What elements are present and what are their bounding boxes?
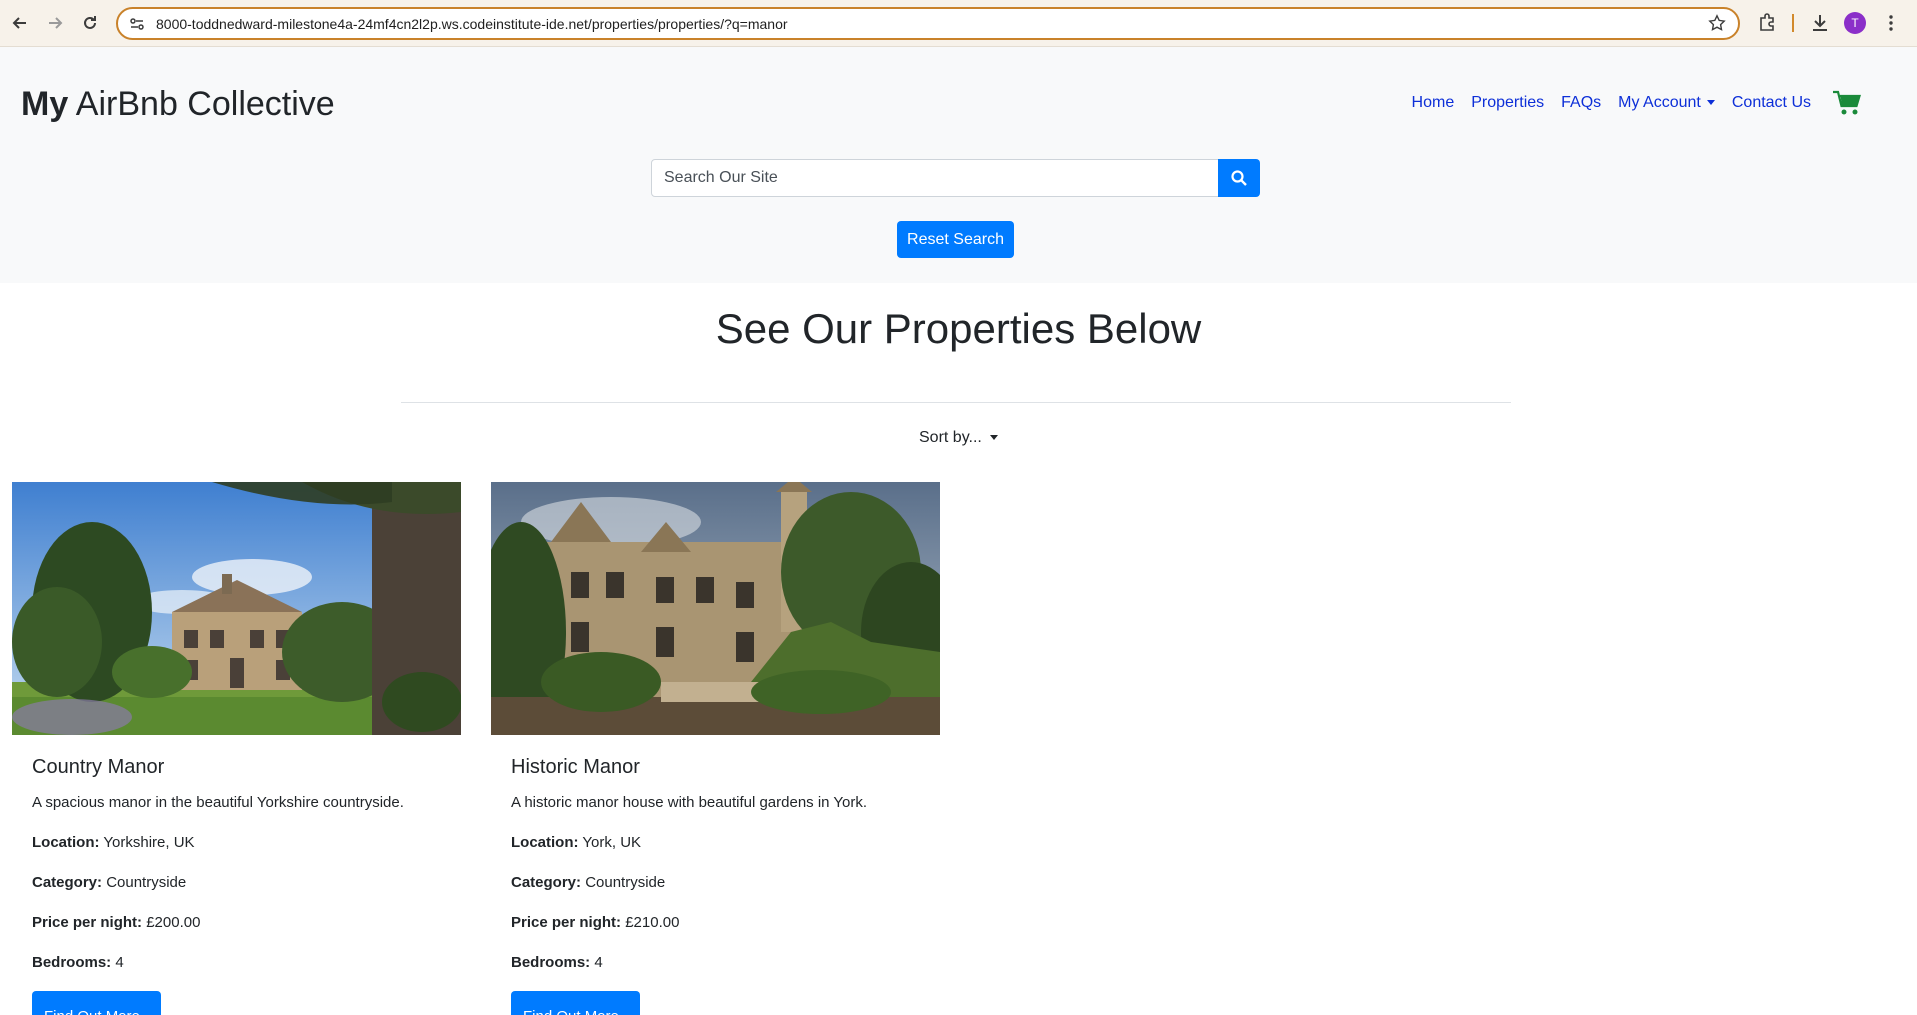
- property-category: Category: Countryside: [511, 874, 665, 891]
- nav-faqs[interactable]: FAQs: [1561, 94, 1601, 112]
- address-bar[interactable]: 8000-toddnedward-milestone4a-24mf4cn2l2p…: [116, 7, 1740, 40]
- find-out-more-button[interactable]: Find Out More: [511, 991, 640, 1015]
- bookmark-star-icon[interactable]: [1708, 14, 1726, 32]
- property-title: Country Manor: [32, 756, 165, 778]
- toolbar-divider: [1792, 14, 1794, 32]
- nav-home[interactable]: Home: [1412, 94, 1455, 112]
- property-price: Price per night: £200.00: [32, 914, 200, 931]
- search-form: [651, 159, 1260, 197]
- category-value: Countryside: [106, 874, 187, 891]
- search-icon: [1231, 170, 1247, 186]
- price-label: Price per night:: [511, 914, 622, 931]
- bedrooms-label: Bedrooms:: [32, 954, 112, 971]
- brand-logo[interactable]: My AirBnb Collective: [21, 85, 335, 124]
- property-description: A spacious manor in the beautiful Yorksh…: [32, 794, 404, 811]
- reset-search-button[interactable]: Reset Search: [897, 221, 1014, 258]
- category-value: Countryside: [585, 874, 666, 891]
- location-label: Location:: [511, 834, 579, 851]
- property-card: Historic Manor A historic manor house wi…: [491, 482, 940, 1015]
- nav-my-account-label[interactable]: My Account: [1618, 94, 1701, 111]
- page-title: See Our Properties Below: [715, 305, 1202, 352]
- property-bedrooms: Bedrooms: 4: [32, 954, 124, 971]
- reload-icon[interactable]: [79, 12, 101, 34]
- bedrooms-value: 4: [115, 954, 124, 971]
- search-input[interactable]: [651, 159, 1219, 197]
- nav-contact[interactable]: Contact Us: [1732, 94, 1811, 112]
- location-value: York, UK: [582, 834, 642, 851]
- search-button[interactable]: [1218, 159, 1260, 197]
- url-text[interactable]: 8000-toddnedward-milestone4a-24mf4cn2l2p…: [156, 16, 788, 32]
- brand-bold[interactable]: My: [21, 85, 68, 123]
- property-title: Historic Manor: [511, 756, 640, 778]
- property-location: Location: York, UK: [511, 834, 641, 851]
- category-label: Category:: [32, 874, 103, 891]
- chevron-down-icon[interactable]: [989, 435, 998, 441]
- download-icon[interactable]: [1809, 12, 1831, 34]
- property-location: Location: Yorkshire, UK: [32, 834, 195, 851]
- nav-properties[interactable]: Properties: [1471, 94, 1544, 112]
- brand-text[interactable]: AirBnb Collective: [68, 85, 335, 123]
- property-description: A historic manor house with beautiful ga…: [511, 794, 868, 811]
- property-image[interactable]: [491, 482, 940, 735]
- browser-menu-icon[interactable]: [1880, 12, 1902, 34]
- price-value: £200.00: [146, 914, 201, 931]
- property-image[interactable]: [12, 482, 461, 735]
- divider: [401, 402, 1511, 403]
- property-card: Country Manor A spacious manor in the be…: [12, 482, 461, 1015]
- property-price: Price per night: £210.00: [511, 914, 679, 931]
- bedrooms-value: 4: [594, 954, 603, 971]
- sort-label[interactable]: Sort by...: [919, 429, 982, 446]
- main-nav: Home Properties FAQs My Account Contact …: [1412, 89, 1862, 117]
- profile-avatar[interactable]: T: [1844, 12, 1866, 34]
- location-label: Location:: [32, 834, 100, 851]
- nav-my-account[interactable]: My Account: [1618, 94, 1715, 112]
- extensions-icon[interactable]: [1756, 12, 1778, 34]
- price-value: £210.00: [625, 914, 680, 931]
- location-value: Yorkshire, UK: [103, 834, 195, 851]
- site-settings-icon[interactable]: [128, 15, 146, 33]
- shopping-cart-icon[interactable]: [1832, 89, 1862, 117]
- property-bedrooms: Bedrooms: 4: [511, 954, 603, 971]
- category-label: Category:: [511, 874, 582, 891]
- forward-icon[interactable]: [44, 12, 66, 34]
- find-out-more-button[interactable]: Find Out More: [32, 991, 161, 1015]
- property-category: Category: Countryside: [32, 874, 186, 891]
- back-icon[interactable]: [9, 12, 31, 34]
- browser-toolbar: 8000-toddnedward-milestone4a-24mf4cn2l2p…: [0, 0, 1917, 47]
- chevron-down-icon[interactable]: [1706, 100, 1715, 106]
- price-label: Price per night:: [32, 914, 143, 931]
- sort-dropdown[interactable]: Sort by...: [919, 429, 998, 447]
- site-header: My AirBnb Collective Home Properties FAQ…: [0, 47, 1917, 283]
- bedrooms-label: Bedrooms:: [511, 954, 591, 971]
